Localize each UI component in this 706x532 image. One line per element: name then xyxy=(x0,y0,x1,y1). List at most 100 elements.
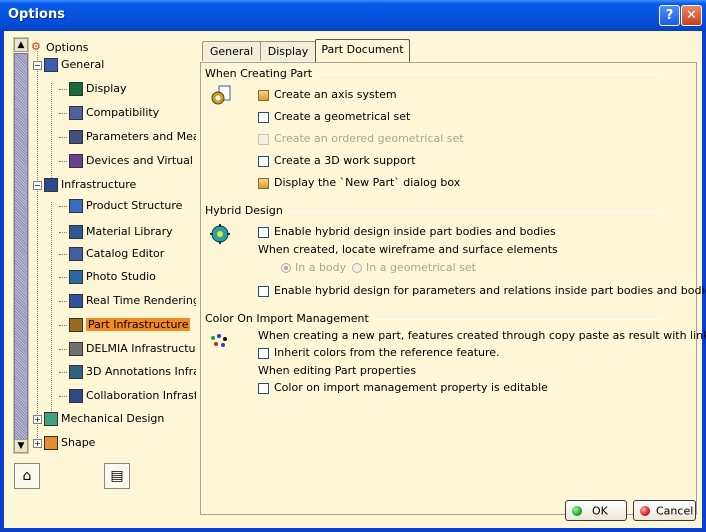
option-create-ordered-geometrical-set: Create an ordered geometrical set xyxy=(258,131,464,147)
copy-paste-label: When creating a new part, features creat… xyxy=(258,329,706,342)
tree-item-real-time-rendering[interactable]: Real Time Rendering xyxy=(59,292,196,310)
tree-connector xyxy=(59,395,67,397)
tree-connector xyxy=(59,136,67,138)
checkbox-enable-hybrid-parameters[interactable] xyxy=(258,285,269,297)
scroll-up-icon[interactable]: ▲ xyxy=(14,38,28,52)
expand-icon[interactable]: + xyxy=(33,414,42,424)
checkbox-inherit-colors[interactable] xyxy=(258,347,269,359)
tree-connector xyxy=(59,324,67,326)
tab-part-document[interactable]: Part Document xyxy=(315,39,410,63)
tree-item-part-infrastructure[interactable]: Part Infrastructure xyxy=(59,316,191,334)
tree-item-product-structure[interactable]: Product Structure xyxy=(59,197,182,215)
product-structure-icon xyxy=(69,199,83,213)
tree-item-compatibility[interactable]: Compatibility xyxy=(59,104,159,122)
collapse-icon[interactable]: − xyxy=(33,180,42,190)
option-enable-hybrid-design[interactable]: Enable hybrid design inside part bodies … xyxy=(258,224,556,240)
tree-item-3d-annotations-infrastru[interactable]: 3D Annotations Infrastru xyxy=(59,363,196,381)
tree-item-label: 3D Annotations Infrastru xyxy=(86,365,196,378)
scroll-down-icon[interactable]: ▼ xyxy=(14,439,28,453)
option-color-import-editable[interactable]: Color on import management property is e… xyxy=(258,380,548,396)
help-button[interactable]: ? xyxy=(659,5,680,26)
tree-scrollbar[interactable]: ▲ ▼ xyxy=(13,37,29,454)
tree-connector xyxy=(59,253,67,255)
option-create-axis-system[interactable]: Create an axis system xyxy=(258,87,397,103)
tree-item-label: Mechanical Design xyxy=(61,412,165,425)
options-window: Options ? ✕ ▲ ▼ ⚙ Options − General Display… xyxy=(0,0,706,532)
compatibility-icon xyxy=(69,106,83,120)
option-create-geometrical-set[interactable]: Create a geometrical set xyxy=(258,109,410,125)
part-gear-icon xyxy=(211,85,231,105)
tree-item-label: Collaboration Infrastructu xyxy=(86,389,196,402)
scroll-thumb[interactable] xyxy=(14,53,28,440)
checkbox-create-geometrical-set[interactable] xyxy=(258,111,269,123)
part-document-panel: When Creating Part Create an axis system… xyxy=(200,62,706,515)
tree-item-material-library[interactable]: Material Library xyxy=(59,223,173,241)
options-tree: ⚙ Options − General Display Compatibility Par… xyxy=(29,37,196,454)
tree-item-label: Material Library xyxy=(86,225,173,238)
delmia-infrastructure-icon xyxy=(69,342,83,356)
mechanical-design-icon xyxy=(44,412,58,426)
option-create-3d-work-support[interactable]: Create a 3D work support xyxy=(258,153,416,169)
checkbox-create-ordered-geometrical-set xyxy=(258,133,269,145)
annotations-icon xyxy=(69,365,83,379)
export-options-icon[interactable]: ▤ xyxy=(104,463,130,489)
tree-item-label: Part Infrastructure xyxy=(86,318,191,331)
tree-item-photo-studio[interactable]: Photo Studio xyxy=(59,268,156,286)
tree-item-parameters-and-measure[interactable]: Parameters and Measure xyxy=(59,128,196,146)
tree-item-catalog-editor[interactable]: Catalog Editor xyxy=(59,245,164,263)
checkbox-create-3d-work-support[interactable] xyxy=(258,155,269,167)
checkbox-enable-hybrid-design[interactable] xyxy=(258,226,269,238)
checkbox-display-new-part-dialog[interactable] xyxy=(258,177,269,189)
tree-item-infrastructure[interactable]: − Infrastructure xyxy=(33,176,136,194)
options-root-icon: ⚙ xyxy=(31,40,41,53)
tree-item-delmia-infrastructure[interactable]: DELMIA Infrastructure xyxy=(59,340,196,358)
option-inherit-colors[interactable]: Inherit colors from the reference featur… xyxy=(258,345,500,361)
tree-item-shape[interactable]: + Shape xyxy=(33,434,95,452)
real-time-rendering-icon xyxy=(69,294,83,308)
shape-icon xyxy=(44,436,58,450)
parameters-icon xyxy=(69,130,83,144)
part-infrastructure-icon xyxy=(69,318,83,332)
tree-item-collaboration-infrastructu[interactable]: Collaboration Infrastructu xyxy=(59,387,196,405)
color-import-icon xyxy=(211,334,227,347)
catalog-editor-icon xyxy=(69,247,83,261)
tree-connector xyxy=(59,205,67,207)
tree-connector xyxy=(59,371,67,373)
close-button[interactable]: ✕ xyxy=(681,5,702,26)
ok-button[interactable]: OK xyxy=(565,500,627,521)
tree-item-display[interactable]: Display xyxy=(59,80,127,98)
tree-item-label: Catalog Editor xyxy=(86,247,165,260)
radio-in-a-body-dot xyxy=(281,263,291,273)
tab-display[interactable]: Display xyxy=(260,41,316,61)
general-icon xyxy=(44,58,58,72)
tree-item-general[interactable]: − General xyxy=(33,56,104,74)
radio-in-geometrical-set-dot xyxy=(352,263,362,273)
cancel-button[interactable]: Cancel xyxy=(633,500,696,521)
reset-options-icon[interactable]: ⌂ xyxy=(14,463,40,489)
tree-root-label: Options xyxy=(46,41,89,54)
option-display-new-part-dialog[interactable]: Display the `New Part` dialog box xyxy=(258,175,460,191)
tree-connector xyxy=(59,112,67,114)
tree-item-label: Display xyxy=(86,82,127,95)
group-title-hybrid-design: Hybrid Design xyxy=(205,204,287,217)
group-title-creating-part: When Creating Part xyxy=(205,67,317,80)
tree-item-label: Real Time Rendering xyxy=(86,294,196,307)
tab-general[interactable]: General xyxy=(202,41,261,61)
tree-item-label: DELMIA Infrastructure xyxy=(86,342,196,355)
tree-item-label: Product Structure xyxy=(86,199,183,212)
tree-root-options[interactable]: ⚙ Options xyxy=(31,39,88,57)
tree-item-devices-and-virtual-realit[interactable]: Devices and Virtual Realit xyxy=(59,152,196,170)
title-bar[interactable]: Options ? ✕ xyxy=(0,0,706,31)
tree-item-label: Shape xyxy=(61,436,96,449)
tree-item-mechanical-design[interactable]: + Mechanical Design xyxy=(33,410,164,428)
group-title-color-import: Color On Import Management xyxy=(205,312,373,325)
tree-item-label: Parameters and Measure xyxy=(86,130,196,143)
checkbox-color-import-editable[interactable] xyxy=(258,382,269,394)
expand-icon[interactable]: + xyxy=(33,438,42,448)
option-enable-hybrid-parameters[interactable]: Enable hybrid design for parameters and … xyxy=(258,283,706,299)
collapse-icon[interactable]: − xyxy=(33,60,42,70)
cancel-dot-icon xyxy=(640,506,650,516)
collaboration-icon xyxy=(69,389,83,403)
display-icon xyxy=(69,82,83,96)
checkbox-create-axis-system[interactable] xyxy=(258,89,269,101)
